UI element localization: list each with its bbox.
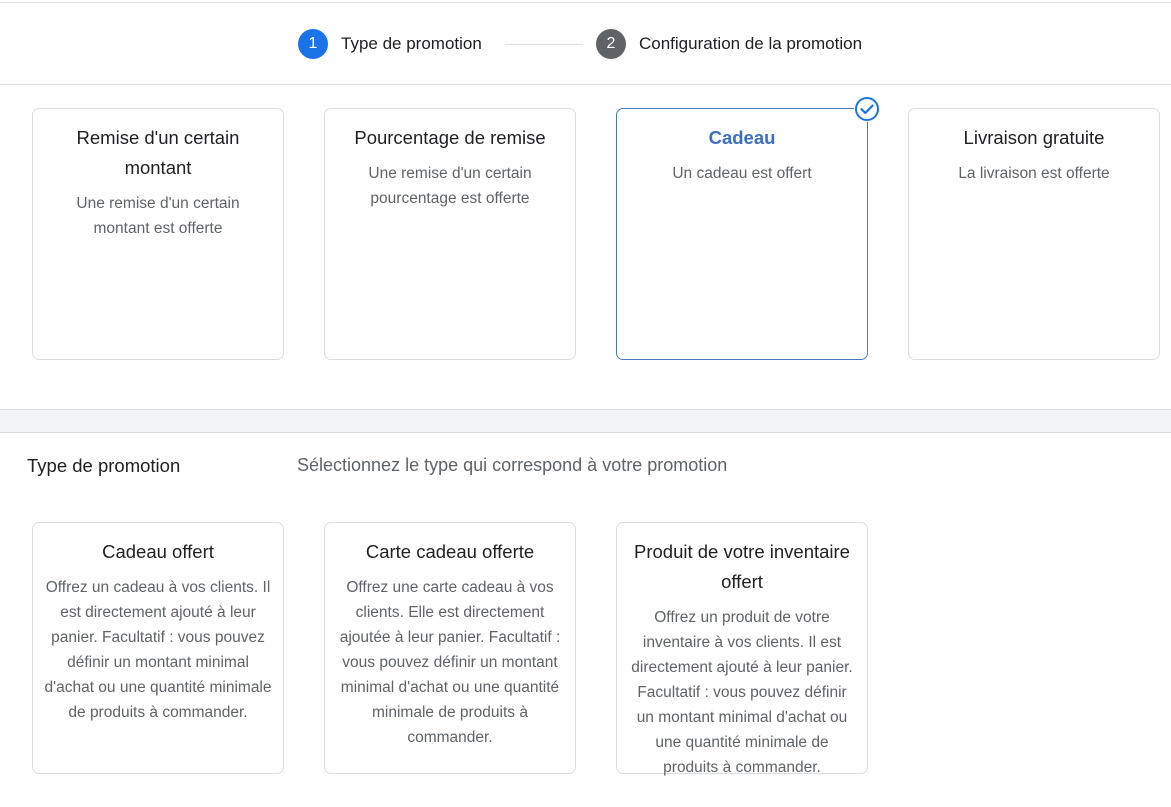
card-title: Pourcentage de remise bbox=[354, 127, 546, 148]
card-title: Livraison gratuite bbox=[963, 127, 1105, 148]
section-divider bbox=[0, 409, 1171, 433]
gift-type-card-produit-inventaire[interactable]: Produit de votre inventaire offert Offre… bbox=[616, 522, 868, 776]
step-label: Configuration de la promotion bbox=[639, 34, 863, 53]
card-title: Carte cadeau offerte bbox=[365, 541, 535, 562]
step-number-badge: 1 bbox=[298, 29, 328, 59]
card-title: Remise d'un certain montant bbox=[76, 127, 240, 178]
card-title: Cadeau bbox=[708, 127, 776, 148]
step-number-badge: 2 bbox=[596, 29, 626, 59]
card-title: Cadeau offert bbox=[102, 541, 214, 562]
card-title: Produit de votre inventaire offert bbox=[634, 541, 850, 592]
card-description: Une remise d'un certain montant est offe… bbox=[76, 195, 240, 237]
check-circle-icon bbox=[854, 96, 880, 122]
promotion-type-card-pourcentage[interactable]: Pourcentage de remise Une remise d'un ce… bbox=[324, 108, 576, 360]
step-type-de-promotion[interactable]: 1 Type de promotion bbox=[298, 29, 482, 59]
gift-type-card-cadeau-offert[interactable]: Cadeau offert Offrez un cadeau à vos cli… bbox=[32, 522, 284, 774]
stepper: 1 Type de promotion 2 Configuration de l… bbox=[0, 3, 1171, 85]
section-hint: Sélectionnez le type qui correspond à vo… bbox=[297, 455, 728, 475]
card-description: Une remise d'un certain pourcentage est … bbox=[368, 165, 532, 207]
promotion-type-card-cadeau[interactable]: Cadeau Un cadeau est offert bbox=[616, 96, 880, 360]
card-description: La livraison est offerte bbox=[958, 165, 1110, 182]
promotion-type-card-remise-montant[interactable]: Remise d'un certain montant Une remise d… bbox=[32, 108, 284, 360]
card-description: Offrez un cadeau à vos clients. Il est d… bbox=[44, 579, 272, 721]
card-description: Offrez une carte cadeau à vos clients. E… bbox=[339, 579, 561, 746]
section-label: Type de promotion bbox=[27, 455, 181, 476]
card-description: Un cadeau est offert bbox=[672, 165, 812, 182]
gift-type-card-carte-cadeau[interactable]: Carte cadeau offerte Offrez une carte ca… bbox=[324, 522, 576, 774]
step-configuration[interactable]: 2 Configuration de la promotion bbox=[596, 29, 862, 59]
step-label: Type de promotion bbox=[341, 34, 482, 53]
step-connector bbox=[505, 44, 583, 45]
card-description: Offrez un produit de votre inventaire à … bbox=[631, 609, 853, 776]
promotion-type-card-livraison[interactable]: Livraison gratuite La livraison est offe… bbox=[908, 108, 1160, 360]
